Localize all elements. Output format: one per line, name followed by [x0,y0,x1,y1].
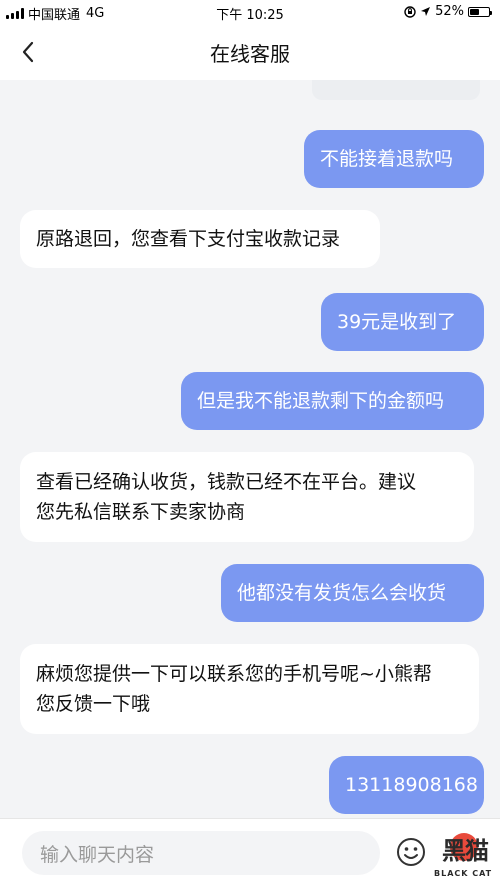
status-bar: 中国联通 4G 下午 10:25 52% [0,0,500,24]
watermark-logo-text: 黑猫 [442,837,489,865]
chat-input[interactable]: 输入聊天内容 [22,831,380,875]
chat-screen: 中国联通 4G 下午 10:25 52% 在线客服 不能接着退款吗 原路退回，您… [0,0,500,888]
message-text: 不能接着退款吗 [320,148,454,170]
message-bubble-incoming[interactable]: 原路退回，您查看下支付宝收款记录 [20,210,380,268]
battery-percent: 52% [435,4,464,19]
message-list[interactable]: 不能接着退款吗 原路退回，您查看下支付宝收款记录 39元是收到了 但是我不能退款… [0,80,500,818]
message-bubble-outgoing[interactable]: 39元是收到了 [321,293,484,351]
message-text: 39元是收到了 [337,311,457,333]
message-text-line: 麻烦您提供一下可以联系您的手机号呢~小熊帮 [36,663,432,685]
smiley-icon[interactable] [396,837,426,867]
message-text-line: 查看已经确认收货，钱款已经不在平台。建议 [36,471,417,493]
back-button[interactable] [14,38,42,66]
orientation-lock-icon [404,5,416,18]
battery-level [470,8,480,15]
message-bubble-outgoing[interactable]: 他都没有发货怎么会收货 [221,564,484,622]
message-text: 但是我不能退款剩下的金额吗 [197,390,445,412]
status-right: 52% [404,4,492,19]
input-bar: 输入聊天内容 黑猫 BLACK CAT [0,818,500,888]
watermark-subtext: BLACK CAT [434,869,493,878]
location-arrow-icon [421,7,431,16]
message-text: 13118908168 [345,774,478,796]
message-text-line: 您先私信联系下卖家协商 [36,501,246,523]
black-cat-watermark: 黑猫 BLACK CAT [432,823,496,885]
page-title: 在线客服 [210,42,290,66]
chat-input-placeholder: 输入聊天内容 [40,843,155,866]
message-text: 原路退回，您查看下支付宝收款记录 [36,228,341,250]
partial-message-bubble [312,80,480,100]
message-bubble-outgoing[interactable]: 但是我不能退款剩下的金额吗 [181,372,484,430]
chevron-left-icon [22,41,34,63]
message-text-line: 您反馈一下哦 [36,693,151,715]
message-text: 他都没有发货怎么会收货 [237,582,447,604]
message-bubble-outgoing[interactable]: 13118908168 [329,756,484,814]
message-bubble-outgoing[interactable]: 不能接着退款吗 [304,130,484,188]
message-bubble-incoming[interactable]: 查看已经确认收货，钱款已经不在平台。建议 您先私信联系下卖家协商 [20,452,474,542]
nav-bar: 在线客服 [0,24,500,80]
battery-icon [468,6,492,17]
message-bubble-incoming[interactable]: 麻烦您提供一下可以联系您的手机号呢~小熊帮 您反馈一下哦 [20,644,479,734]
